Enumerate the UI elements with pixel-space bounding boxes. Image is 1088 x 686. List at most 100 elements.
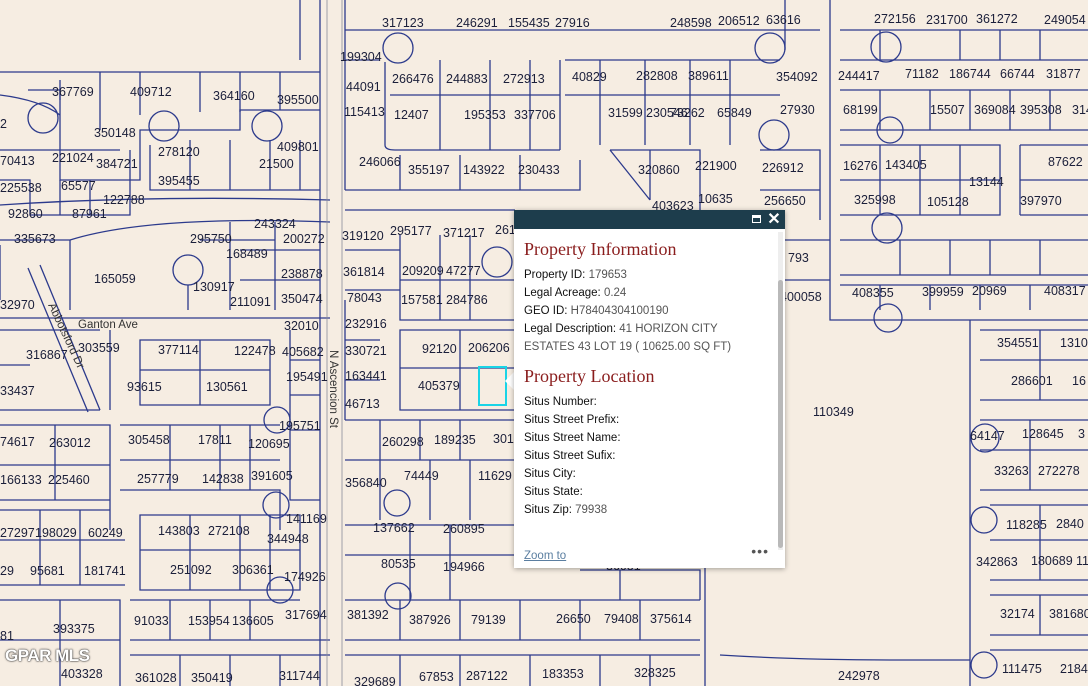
parcel-id-label[interactable]: 342863 [976, 555, 1018, 569]
parcel-id-label[interactable]: 231700 [926, 13, 968, 27]
parcel-id-label[interactable]: 174926 [284, 570, 326, 584]
parcel-id-label[interactable]: 74449 [404, 469, 439, 483]
parcel-id-label[interactable]: 60249 [88, 526, 123, 540]
parcel-id-label[interactable]: 93615 [127, 380, 162, 394]
parcel-id-label[interactable]: 195751 [279, 419, 321, 433]
parcel-id-label[interactable]: 65849 [717, 106, 752, 120]
parcel-id-label[interactable]: 381680 [1049, 607, 1088, 621]
parcel-id-label[interactable]: 371217 [443, 226, 485, 240]
parcel-id-label[interactable]: 369084 [974, 103, 1016, 117]
parcel-id-label[interactable]: 225460 [48, 473, 90, 487]
parcel-id-label[interactable]: 120695 [248, 437, 290, 451]
parcel-id-label[interactable]: 329689 [354, 675, 396, 686]
parcel-id-label[interactable]: 195353 [464, 108, 506, 122]
parcel-id-label[interactable]: 328325 [634, 666, 676, 680]
parcel-id-label[interactable]: 350148 [94, 126, 136, 140]
parcel-id-label[interactable]: 272108 [208, 524, 250, 538]
popup-scroll-thumb[interactable] [778, 280, 783, 548]
popup-scrollbar[interactable] [778, 232, 783, 550]
parcel-id-label[interactable]: 2 [0, 117, 7, 131]
parcel-id-label[interactable]: 257779 [137, 472, 179, 486]
parcel-id-label[interactable]: 355197 [408, 163, 450, 177]
parcel-id-label[interactable]: 130561 [206, 380, 248, 394]
parcel-id-label[interactable]: 364160 [213, 89, 255, 103]
parcel-id-label[interactable]: 206206 [468, 341, 510, 355]
parcel-id-label[interactable]: 325998 [854, 193, 896, 207]
parcel-id-label[interactable]: 337706 [514, 108, 556, 122]
parcel-id-label[interactable]: 409712 [130, 85, 172, 99]
parcel-id-label[interactable]: 141169 [286, 512, 327, 526]
parcel-id-label[interactable]: 1310 [1060, 336, 1088, 350]
parcel-id-label[interactable]: 400058 [780, 290, 822, 304]
parcel-id-label[interactable]: 397970 [1020, 194, 1062, 208]
parcel-id-label[interactable]: 361028 [135, 671, 177, 685]
parcel-id-label[interactable]: 354551 [997, 336, 1039, 350]
parcel-id-label[interactable]: 10635 [698, 192, 733, 206]
parcel-id-label[interactable]: 395500 [277, 93, 319, 107]
parcel-id-label[interactable]: 46713 [345, 397, 380, 411]
parcel-id-label[interactable]: 266476 [392, 72, 434, 86]
parcel-id-label[interactable]: 242978 [838, 669, 880, 683]
parcel-id-label[interactable]: 27297 [0, 526, 35, 540]
parcel-id-label[interactable]: 31599 [608, 106, 643, 120]
maximize-button[interactable] [747, 210, 765, 229]
parcel-id-label[interactable]: 186744 [949, 67, 991, 81]
parcel-id-label[interactable]: 305458 [128, 433, 170, 447]
parcel-id-label[interactable]: 395308 [1020, 103, 1062, 117]
parcel-id-label[interactable]: 194966 [443, 560, 485, 574]
parcel-id-label[interactable]: 21500 [259, 157, 294, 171]
parcel-id-label[interactable]: 122478 [234, 344, 276, 358]
parcel-id-label[interactable]: 73262 [670, 106, 705, 120]
parcel-id-label[interactable]: 63616 [766, 13, 801, 27]
parcel-id-label[interactable]: 130917 [193, 280, 235, 294]
parcel-id-label[interactable]: 32010 [284, 319, 319, 333]
parcel-id-label[interactable]: 260895 [443, 522, 485, 536]
parcel-id-label[interactable]: 225538 [0, 181, 42, 195]
parcel-id-label[interactable]: 350474 [281, 292, 323, 306]
parcel-id-label[interactable]: 137662 [373, 521, 415, 535]
parcel-id-label[interactable]: 377114 [158, 343, 199, 357]
parcel-id-label[interactable]: 27930 [780, 103, 815, 117]
parcel-id-label[interactable]: 317694 [285, 608, 327, 622]
parcel-id-label[interactable]: 95681 [30, 564, 65, 578]
parcel-id-label[interactable]: 79139 [471, 613, 506, 627]
parcel-id-label[interactable]: 221900 [695, 159, 737, 173]
parcel-id-label[interactable]: 44091 [346, 80, 381, 94]
parcel-id-label[interactable]: 2840 [1056, 517, 1084, 531]
parcel-id-label[interactable]: 311744 [279, 669, 320, 683]
parcel-id-label[interactable]: 330721 [345, 344, 387, 358]
parcel-id-label[interactable]: 33437 [0, 384, 35, 398]
parcel-id-label[interactable]: 16 [1072, 374, 1086, 388]
parcel-id-label[interactable]: 278120 [158, 145, 200, 159]
parcel-id-label[interactable]: 399959 [922, 285, 964, 299]
parcel-id-label[interactable]: 71182 [905, 67, 939, 81]
parcel-id-label[interactable]: 67853 [419, 670, 454, 684]
parcel-id-label[interactable]: 136605 [232, 614, 274, 628]
parcel-id-label[interactable]: 66744 [1000, 67, 1035, 81]
parcel-id-label[interactable]: 153954 [188, 614, 230, 628]
parcel-id-label[interactable]: 344948 [267, 532, 309, 546]
parcel-id-label[interactable]: 64147 [970, 429, 1005, 443]
parcel-id-label[interactable]: 354092 [776, 70, 818, 84]
parcel-id-label[interactable]: 243324 [254, 217, 296, 231]
parcel-id-label[interactable]: 282808 [636, 69, 678, 83]
parcel-id-label[interactable]: 350419 [191, 671, 233, 685]
parcel-id-label[interactable]: 391605 [251, 469, 293, 483]
parcel-id-label[interactable]: 105128 [927, 195, 969, 209]
parcel-id-label[interactable]: 361814 [343, 265, 385, 279]
parcel-id-label[interactable]: 40829 [572, 70, 607, 84]
parcel-id-label[interactable]: 408317 [1044, 284, 1086, 298]
parcel-id-label[interactable]: 91033 [134, 614, 169, 628]
parcel-id-label[interactable]: 115413 [344, 105, 385, 119]
parcel-id-label[interactable]: 256650 [764, 194, 806, 208]
parcel-id-label[interactable]: 163441 [345, 369, 387, 383]
parcel-id-label[interactable]: 387926 [409, 613, 451, 627]
parcel-id-label[interactable]: 17811 [198, 433, 232, 447]
parcel-id-label[interactable]: 181741 [84, 564, 126, 578]
parcel-id-label[interactable]: 320860 [638, 163, 680, 177]
parcel-id-label[interactable]: 272913 [503, 72, 545, 86]
parcel-id-label[interactable]: 157581 [401, 293, 443, 307]
parcel-id-label[interactable]: 13144 [969, 175, 1004, 189]
parcel-id-label[interactable]: 793 [788, 251, 809, 265]
parcel-id-label[interactable]: 405682 [282, 345, 324, 359]
